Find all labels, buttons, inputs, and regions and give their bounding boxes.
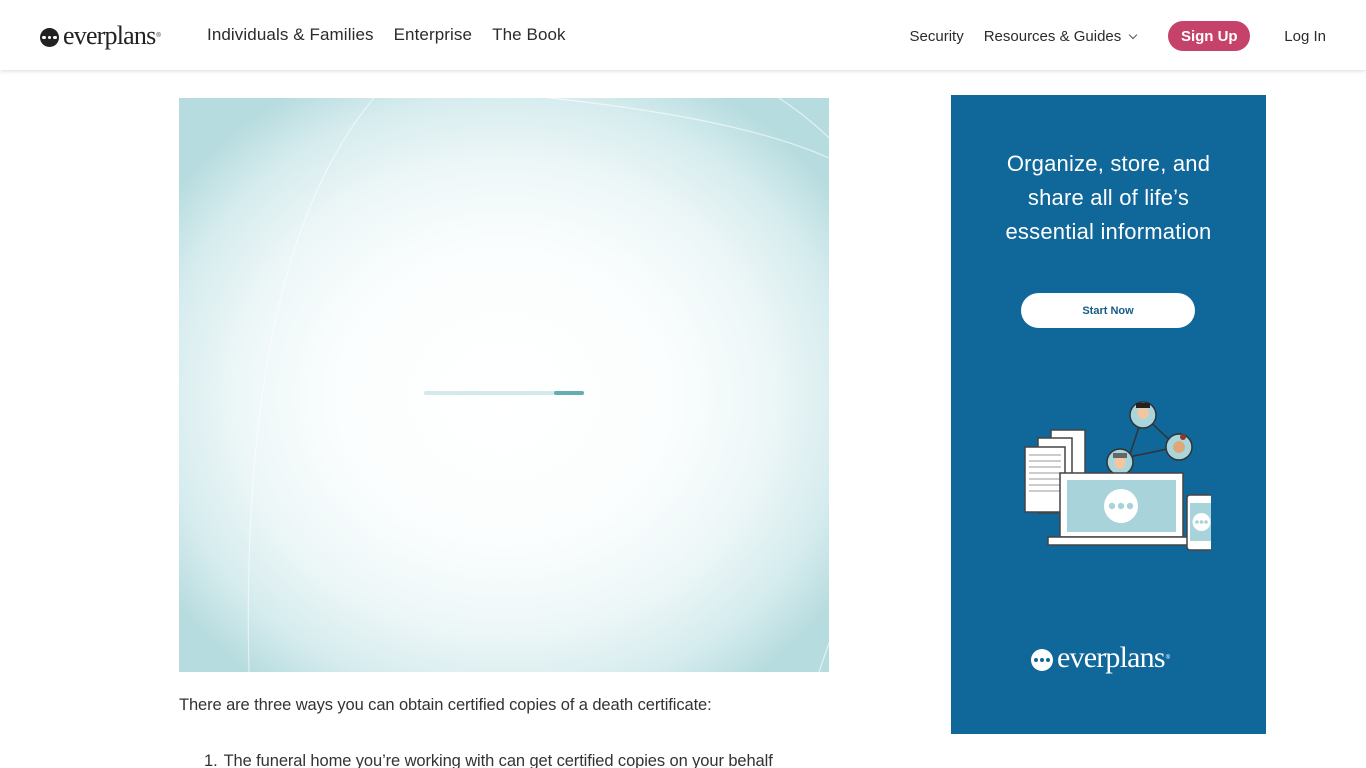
article-intro: There are three ways you can obtain cert… bbox=[179, 696, 712, 714]
logo-dots-icon bbox=[40, 28, 59, 47]
logo-wordmark: everplans bbox=[63, 21, 156, 50]
ad-headline-line: essential information bbox=[1005, 219, 1212, 244]
devices-illustration-icon bbox=[1024, 401, 1211, 551]
registered-mark: ® bbox=[156, 33, 161, 39]
list-item-text: The funeral home you’re working with can… bbox=[223, 752, 773, 768]
nav-individuals-families[interactable]: Individuals & Families bbox=[207, 25, 374, 45]
primary-nav: Individuals & Families Enterprise The Bo… bbox=[207, 25, 566, 45]
logo-dots-icon bbox=[1031, 648, 1053, 671]
ad-headline: Organize, store, and share all of life’s… bbox=[951, 147, 1266, 249]
nav-security[interactable]: Security bbox=[910, 28, 964, 45]
sidebar-ad[interactable]: Organize, store, and share all of life’s… bbox=[951, 95, 1266, 734]
site-header: everplans ® Individuals & Families Enter… bbox=[0, 0, 1366, 70]
ad-logo-wordmark: everplans bbox=[1057, 641, 1166, 674]
nav-resources-label: Resources & Guides bbox=[983, 27, 1122, 45]
video-player[interactable] bbox=[179, 98, 829, 672]
loading-bar-fill bbox=[553, 391, 584, 395]
nav-resources-dropdown[interactable]: Resources & Guides bbox=[983, 27, 1138, 45]
ad-headline-line: share all of life’s bbox=[1027, 185, 1190, 210]
loading-bar bbox=[424, 391, 584, 395]
log-in-link[interactable]: Log In bbox=[1284, 28, 1326, 45]
start-now-button[interactable]: Start Now bbox=[1021, 293, 1195, 328]
sign-up-button[interactable]: Sign Up bbox=[1168, 21, 1251, 51]
secondary-nav: Security Resources & Guides Sign Up Log … bbox=[910, 21, 1326, 51]
chevron-down-icon bbox=[1129, 30, 1138, 40]
background-arcs bbox=[247, 98, 829, 672]
everplans-logo[interactable]: everplans ® bbox=[40, 22, 161, 50]
ad-headline-line: Organize, store, and bbox=[1006, 151, 1211, 176]
ad-everplans-logo[interactable]: everplans ® bbox=[1031, 643, 1170, 673]
registered-mark: ® bbox=[1165, 655, 1171, 661]
list-item: 1. The funeral home you’re working with c… bbox=[204, 752, 773, 768]
nav-enterprise[interactable]: Enterprise bbox=[394, 25, 472, 45]
nav-the-book[interactable]: The Book bbox=[492, 25, 566, 45]
list-item-number: 1. bbox=[204, 752, 218, 768]
